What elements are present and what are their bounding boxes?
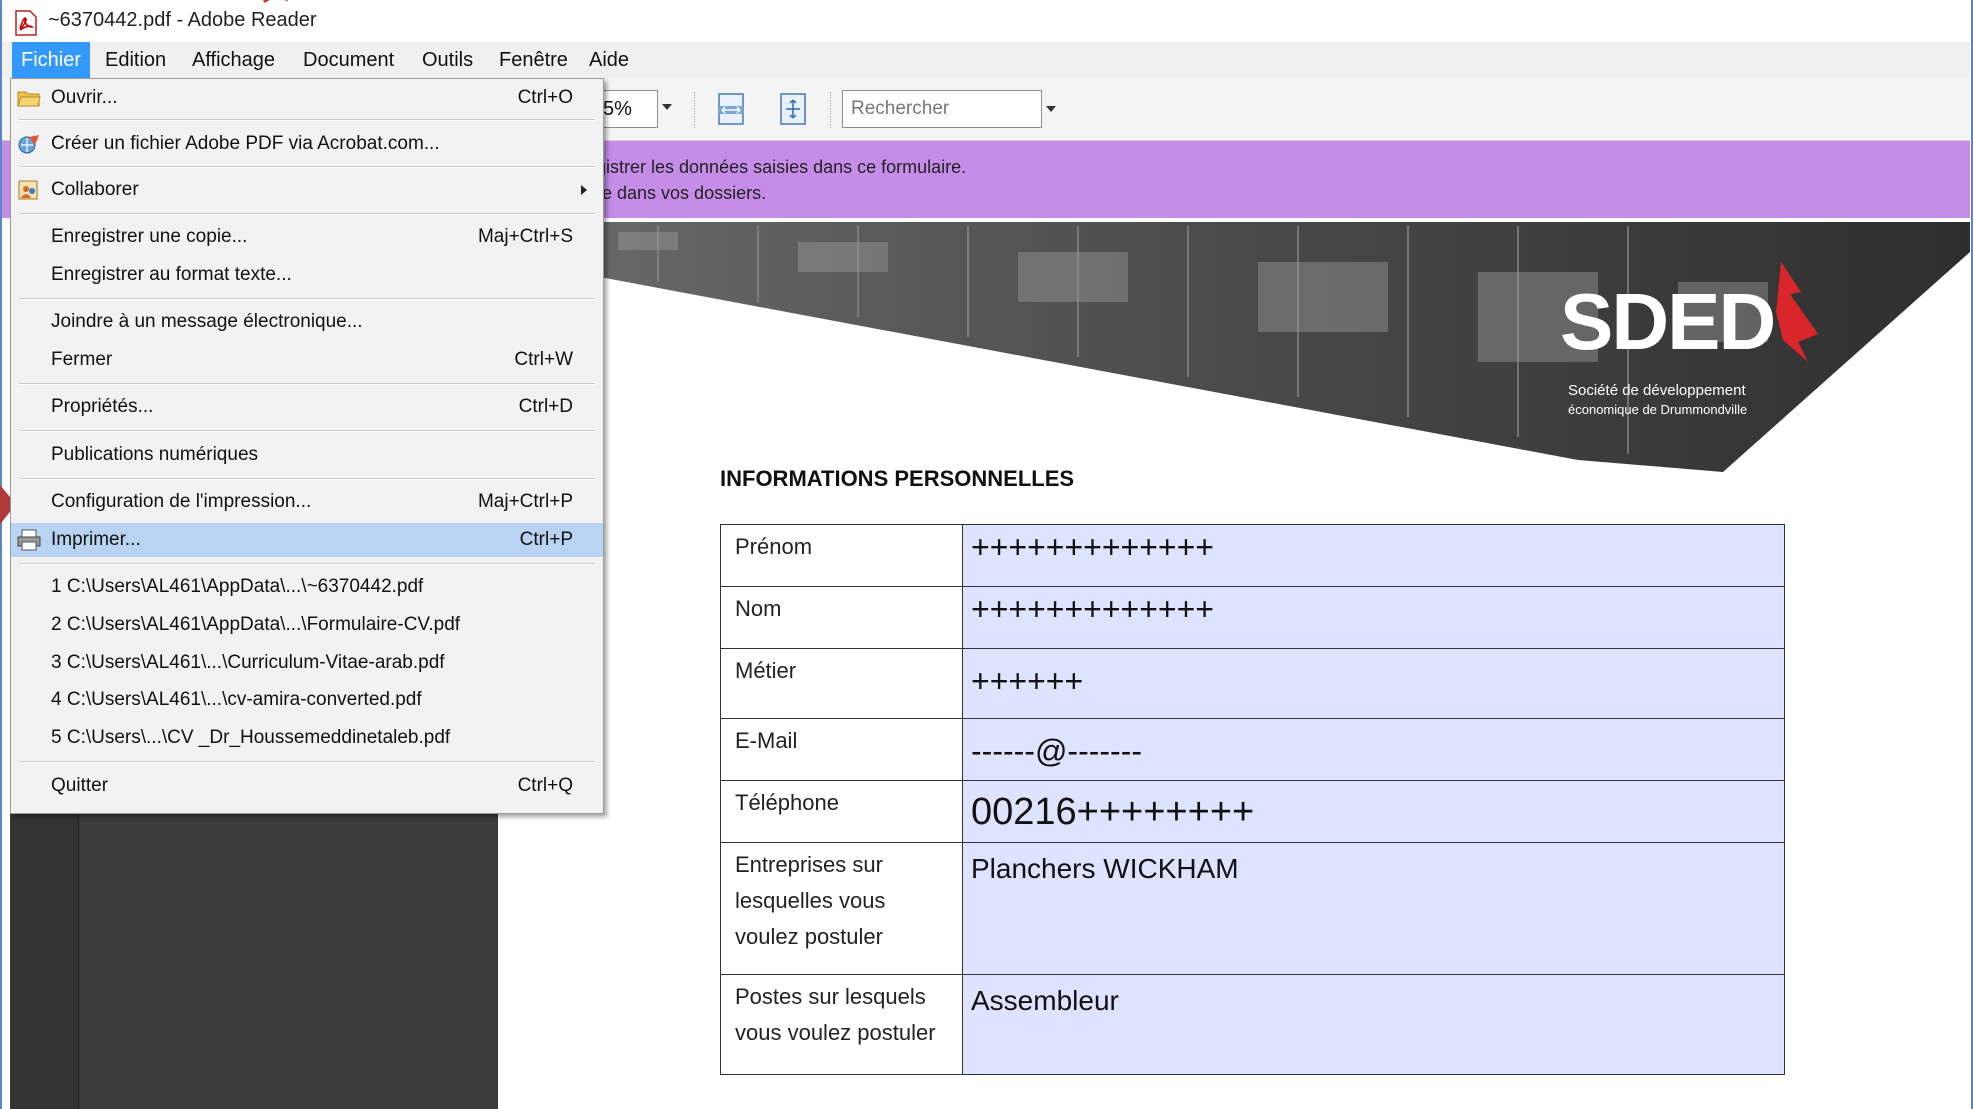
sded-logo-text: SDED bbox=[1560, 277, 1776, 366]
menu-item-joindre[interactable]: Joindre à un message électronique... bbox=[11, 305, 603, 339]
menu-outils[interactable]: Outils bbox=[413, 42, 482, 78]
personal-info-form: Prénom +++++++++++++ Nom +++++++++++++ M… bbox=[720, 524, 1785, 1075]
email-field[interactable]: ------@------- bbox=[962, 718, 1785, 781]
menu-affichage[interactable]: Affichage bbox=[183, 42, 284, 78]
toolbar-separator bbox=[694, 92, 697, 128]
menu-separator bbox=[19, 430, 595, 432]
folder-icon bbox=[17, 91, 41, 107]
recent-file-1[interactable]: 1 C:\Users\AL461\AppData\...\~6370442.pd… bbox=[11, 570, 603, 604]
telephone-field[interactable]: 00216++++++++ bbox=[962, 780, 1785, 843]
form-row-prenom: Prénom +++++++++++++ bbox=[720, 524, 1785, 587]
menu-separator bbox=[19, 563, 595, 565]
menu-separator bbox=[19, 298, 595, 300]
entreprises-field[interactable]: Planchers WICKHAM bbox=[962, 842, 1785, 975]
form-row-telephone: Téléphone 00216++++++++ bbox=[720, 780, 1785, 843]
submenu-arrow-icon bbox=[581, 185, 587, 195]
menu-fenetre[interactable]: Fenêtre bbox=[490, 42, 577, 78]
pdf-file-icon bbox=[15, 10, 37, 36]
prenom-field[interactable]: +++++++++++++ bbox=[962, 524, 1785, 587]
menu-item-imprimer[interactable]: Imprimer... Ctrl+P bbox=[11, 523, 603, 557]
notice-line-1: gistrer les données saisies dans ce form… bbox=[596, 157, 967, 177]
menu-item-quitter[interactable]: Quitter Ctrl+Q bbox=[11, 769, 603, 803]
menu-item-publications[interactable]: Publications numériques bbox=[11, 438, 603, 472]
form-row-postes: Postes sur lesquels vous voulez postuler… bbox=[720, 974, 1785, 1075]
form-row-metier: Métier ++++++ bbox=[720, 648, 1785, 719]
field-label: E-Mail bbox=[720, 718, 963, 781]
menu-separator bbox=[19, 119, 595, 121]
menu-item-enregistrer-copie[interactable]: Enregistrer une copie... Maj+Ctrl+S bbox=[11, 220, 603, 254]
recent-file-3[interactable]: 3 C:\Users\AL461\...\Curriculum-Vitae-ar… bbox=[11, 646, 603, 680]
menu-item-creer-pdf[interactable]: Créer un fichier Adobe PDF via Acrobat.c… bbox=[11, 127, 603, 161]
form-row-nom: Nom +++++++++++++ bbox=[720, 586, 1785, 649]
acrobat-com-icon bbox=[18, 135, 39, 154]
menu-fichier[interactable]: Fichier bbox=[12, 42, 91, 78]
field-label: Postes sur lesquels vous voulez postuler bbox=[720, 974, 963, 1075]
menu-separator bbox=[19, 383, 595, 385]
form-row-entreprises: Entreprises sur lesquelles vous voulez p… bbox=[720, 842, 1785, 975]
search-input[interactable]: Rechercher bbox=[842, 90, 1042, 128]
field-label: Nom bbox=[720, 586, 963, 649]
recent-file-5[interactable]: 5 C:\Users\...\CV _Dr_Houssemeddinetaleb… bbox=[11, 721, 603, 755]
zoom-dropdown-arrow-icon[interactable] bbox=[662, 104, 672, 110]
field-label: Entreprises sur lesquelles vous voulez p… bbox=[720, 842, 963, 975]
search-dropdown-arrow-icon[interactable] bbox=[1046, 106, 1056, 112]
menu-item-fermer[interactable]: Fermer Ctrl+W bbox=[11, 343, 603, 377]
toolbar-separator bbox=[830, 92, 833, 128]
file-menu-dropdown: Ouvrir... Ctrl+O Créer un fichier Adobe … bbox=[10, 78, 604, 814]
field-label: Téléphone bbox=[720, 780, 963, 843]
printer-icon bbox=[17, 529, 41, 551]
menu-separator bbox=[19, 213, 595, 215]
menu-item-ouvrir[interactable]: Ouvrir... Ctrl+O bbox=[11, 81, 603, 115]
menu-bar: Fichier Edition Affichage Document Outil… bbox=[2, 42, 1970, 79]
sded-logo-subtitle-2: économique de Drummondville bbox=[1568, 402, 1748, 417]
fit-page-icon[interactable] bbox=[778, 92, 808, 126]
metier-field[interactable]: ++++++ bbox=[962, 648, 1785, 719]
collaborate-icon bbox=[18, 180, 38, 200]
recent-file-4[interactable]: 4 C:\Users\AL461\...\cv-amira-converted.… bbox=[11, 683, 603, 717]
nom-field[interactable]: +++++++++++++ bbox=[962, 586, 1785, 649]
window-title: ~6370442.pdf - Adobe Reader bbox=[48, 9, 317, 31]
menu-item-config-impression[interactable]: Configuration de l'impression... Maj+Ctr… bbox=[11, 485, 603, 519]
recent-file-2[interactable]: 2 C:\Users\AL461\AppData\...\Formulaire-… bbox=[11, 608, 603, 642]
fit-width-icon[interactable] bbox=[716, 92, 746, 126]
menu-item-enregistrer-texte[interactable]: Enregistrer au format texte... bbox=[11, 258, 603, 292]
menu-separator bbox=[19, 478, 595, 480]
zoom-input[interactable]: 5% bbox=[596, 90, 658, 128]
field-label: Prénom bbox=[720, 524, 963, 587]
sded-logo-subtitle-1: Société de développement bbox=[1568, 382, 1746, 399]
menu-separator bbox=[19, 166, 595, 168]
form-row-email: E-Mail ------@------- bbox=[720, 718, 1785, 781]
menu-item-collaborer[interactable]: Collaborer bbox=[11, 173, 603, 207]
section-title: INFORMATIONS PERSONNELLES bbox=[720, 466, 1075, 491]
notice-line-2: e dans vos dossiers. bbox=[602, 183, 767, 203]
menu-aide[interactable]: Aide bbox=[580, 42, 638, 78]
postes-field[interactable]: Assembleur bbox=[962, 974, 1785, 1075]
red-annotation-mark bbox=[262, 0, 288, 4]
menu-item-proprietes[interactable]: Propriétés... Ctrl+D bbox=[11, 390, 603, 424]
menu-edition[interactable]: Edition bbox=[96, 42, 175, 78]
menu-separator bbox=[19, 761, 595, 763]
field-label: Métier bbox=[720, 648, 963, 719]
menu-document[interactable]: Document bbox=[294, 42, 403, 78]
